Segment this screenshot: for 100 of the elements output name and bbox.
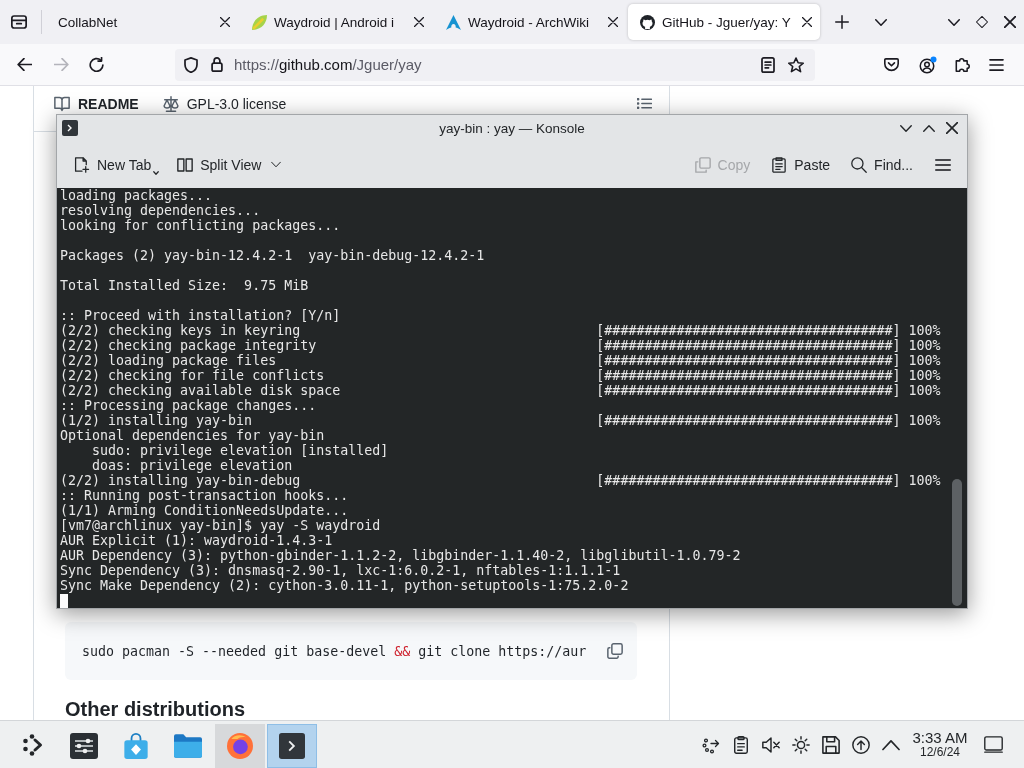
maximize-icon[interactable]	[976, 16, 988, 28]
clipboard-icon	[771, 156, 788, 173]
save-chevron-icon[interactable]	[884, 57, 899, 72]
muted-speaker-icon[interactable]	[762, 735, 780, 754]
puzzle-piece-icon[interactable]	[955, 57, 970, 72]
terminal-line: Packages (2) yay-bin-12.4.2-1 yay-bin-debug-12.4.2-1	[60, 248, 485, 263]
close-icon[interactable]	[946, 122, 958, 134]
paste-button[interactable]: Paste	[764, 151, 838, 178]
sliders-icon	[70, 733, 98, 759]
menu-icon[interactable]	[989, 58, 1004, 71]
browser-tab[interactable]: Waydroid | Android i	[240, 4, 432, 40]
terminal-line: looking for conflicting packages...	[60, 218, 341, 233]
shield-icon[interactable]	[184, 56, 198, 73]
inbox-tray-icon[interactable]	[11, 14, 27, 30]
reload-icon[interactable]	[89, 57, 104, 72]
terminal-line: :: Running post-transaction hooks...	[60, 488, 349, 503]
new-tab-icon	[74, 156, 90, 173]
caret-down-icon	[271, 161, 282, 168]
progress-readout: [####################################] 100%	[596, 323, 941, 338]
terminal-line: resolving dependencies...	[60, 203, 261, 218]
progress-readout: [####################################] 100%	[596, 338, 941, 353]
terminal-line: (2/2) loading package files	[60, 353, 277, 368]
split-columns-icon	[177, 156, 194, 173]
terminal-line: AUR Dependency (3): python-gbinder-1.1.2-2, libgbinder-1.1.40-2, libglibutil-1.0.79-2	[60, 548, 741, 563]
open-book-icon	[54, 96, 70, 112]
terminal-line: [vm7@archlinux yay-bin]$ yay -S waydroid	[60, 518, 381, 533]
progress-readout: [####################################] 100%	[596, 383, 941, 398]
split-view-button[interactable]: Split View	[170, 151, 289, 178]
copy-icon[interactable]	[607, 643, 623, 659]
floppy-disk-icon[interactable]	[822, 735, 840, 754]
section-heading: Other distributions	[65, 698, 245, 720]
progress-readout: [####################################] 100%	[596, 368, 941, 383]
app-launcher-icon[interactable]	[22, 733, 44, 756]
maximize-icon[interactable]	[923, 124, 935, 132]
peak-logo-icon	[446, 14, 461, 30]
terminal-line: Optional dependencies for yay-bin	[60, 428, 325, 443]
menu-icon[interactable]	[935, 158, 951, 171]
reader-view-icon[interactable]	[761, 56, 775, 73]
progress-readout: [####################################] 100%	[596, 473, 941, 488]
scrollbar-thumb[interactable]	[952, 479, 962, 606]
clock-date[interactable]: 12/6/24	[919, 746, 960, 759]
terminal-line: (2/2) installing yay-bin-debug	[60, 473, 301, 488]
clipboard-icon[interactable]	[732, 735, 750, 754]
license-tab[interactable]: GPL-3.0 license	[162, 95, 287, 113]
terminal-line: (2/2) checking package integrity	[60, 338, 317, 353]
browser-tab[interactable]: Waydroid - ArchWiki	[434, 4, 626, 40]
tab-close-icon[interactable]	[414, 17, 424, 27]
close-icon[interactable]	[1004, 16, 1016, 28]
tab-close-icon[interactable]	[802, 17, 812, 27]
browser-tab[interactable]: GitHub - Jguer/yay: Y	[628, 4, 820, 40]
minimize-icon[interactable]	[900, 124, 912, 132]
terminal-line: loading packages...	[60, 188, 213, 203]
account-icon[interactable]	[919, 55, 937, 74]
progress-readout: [####################################] 100%	[596, 353, 941, 368]
copy-pages-icon	[694, 156, 711, 173]
list-icon[interactable]	[637, 98, 652, 109]
progress-readout: [####################################] 100%	[596, 413, 941, 428]
back-arrow-icon[interactable]	[17, 58, 32, 71]
terminal-icon	[278, 733, 306, 759]
search-icon	[851, 156, 868, 173]
cat-logo-icon	[640, 14, 655, 30]
leaf-icon	[252, 14, 267, 30]
tab-close-icon[interactable]	[608, 17, 618, 27]
sun-icon[interactable]	[792, 735, 810, 754]
browser-logo-icon	[226, 733, 254, 759]
taskbar-task[interactable]	[267, 724, 317, 768]
terminal-line: (1/2) installing yay-bin	[60, 413, 253, 428]
terminal-line: (2/2) checking keys in keyring	[60, 323, 301, 338]
terminal-line: (2/2) checking available disk space	[60, 383, 341, 398]
folder-icon	[174, 733, 202, 759]
terminal-line: Sync Dependency (3): dnsmasq-2.90-1, lxc-1:6.0.2-1, nftables-1:1.1.1-1	[60, 563, 621, 578]
terminal-line: Sync Make Dependency (2): cython-3.0.11-1, python-setuptools-1:75.2.0-2	[60, 578, 629, 593]
text-cursor	[60, 593, 68, 608]
find-button[interactable]: Find...	[844, 151, 920, 178]
balance-scale-icon	[162, 96, 179, 112]
lock-icon[interactable]	[211, 57, 223, 72]
terminal-line: AUR Explicit (1): waydroid-1.4.3-1	[60, 533, 333, 548]
terminal-line: Total Installed Size: 9.75 MiB	[60, 278, 309, 293]
url-field[interactable]: https://github.com/Jguer/yay	[175, 48, 815, 81]
shopping-bag-icon	[122, 733, 150, 759]
window-title: yay-bin : yay — Konsole	[439, 120, 585, 136]
minimize-icon[interactable]	[948, 18, 960, 26]
terminal-line: doas: privilege elevation	[92, 458, 293, 473]
browser-tab[interactable]: CollabNet	[46, 4, 238, 40]
tab-list-caret-icon[interactable]	[875, 18, 887, 26]
readme-tab[interactable]: README	[54, 95, 139, 113]
terminal-line: :: Processing package changes...	[60, 398, 317, 413]
terminal-line: :: Proceed with installation? [Y/n]	[60, 308, 341, 323]
menu-indicator-icon	[153, 170, 160, 175]
code-text: sudo pacman -S --needed git base-devel && git clone https://aur	[82, 643, 587, 659]
tab-close-icon[interactable]	[220, 17, 230, 27]
show-desktop-icon[interactable]	[984, 736, 1003, 753]
bookmark-star-icon[interactable]	[788, 56, 804, 73]
terminal-line: (1/1) Arming ConditionNeedsUpdate...	[60, 503, 349, 518]
terminal-icon	[62, 120, 78, 136]
new-tab-plus-icon[interactable]	[835, 15, 849, 29]
terminal-line: sudo: privilege elevation [installed]	[92, 443, 389, 458]
clock-time[interactable]: 3:33 AM	[912, 730, 968, 746]
terminal-line: (2/2) checking for file conflicts	[60, 368, 325, 383]
new-tab-button[interactable]: New Tab	[67, 151, 167, 178]
